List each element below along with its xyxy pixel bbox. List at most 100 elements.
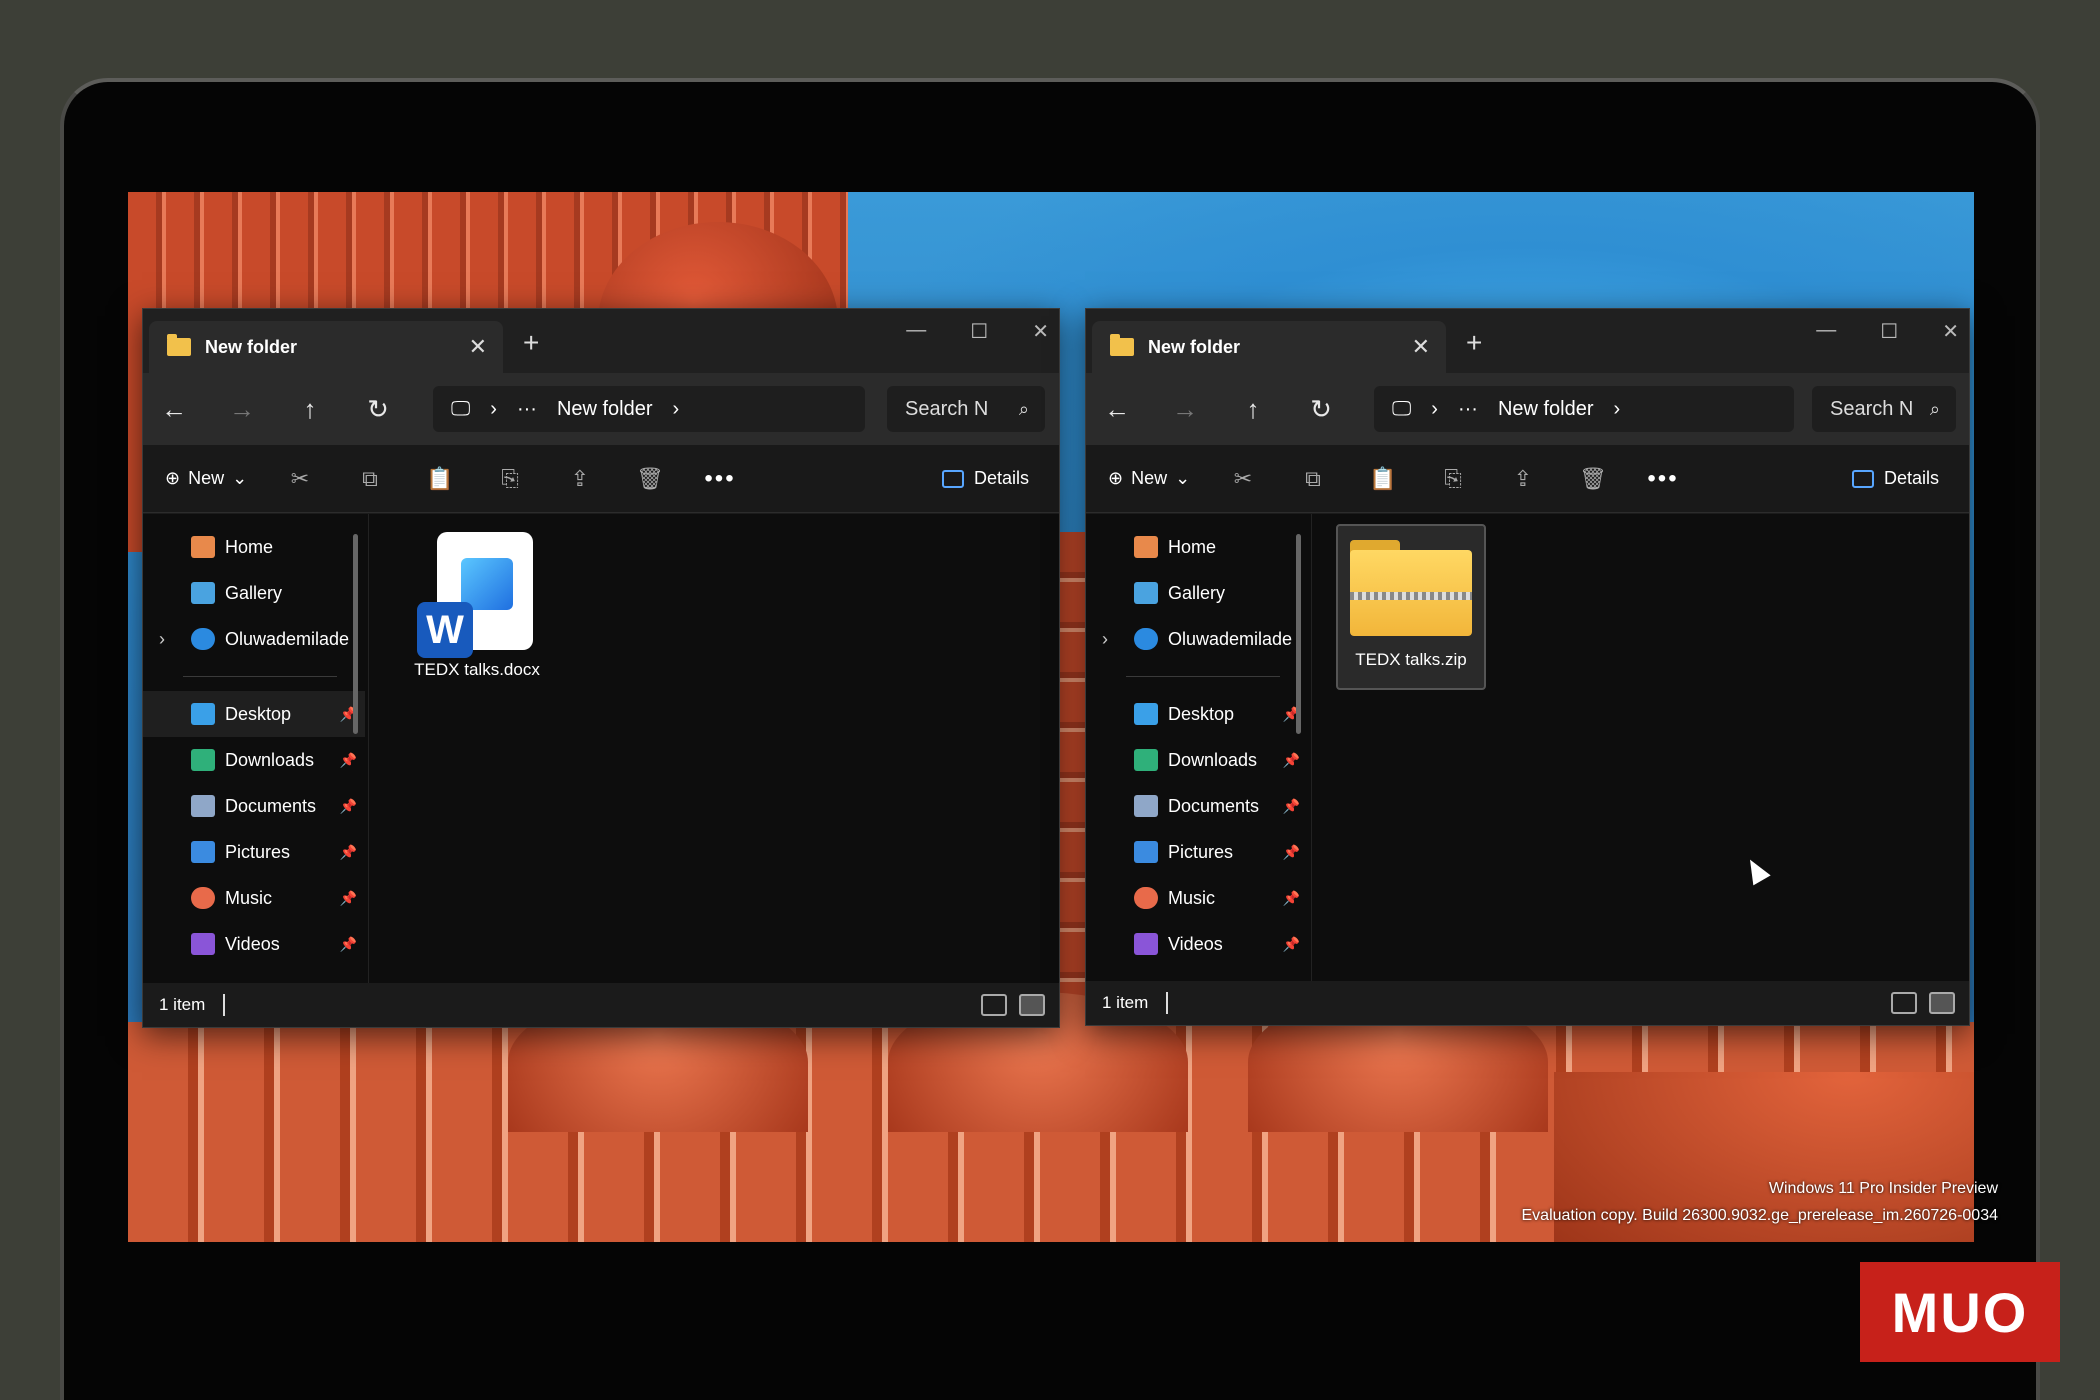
file-explorer-window-left[interactable]: New folder ✕ + — ☐ ✕ ← → ↑ ↻ 🖵 › ··· New… [142,308,1060,1028]
pin-icon[interactable]: 📌 [340,890,357,907]
title-bar[interactable]: New folder ✕ + — ☐ ✕ [1086,309,1969,373]
sidebar-item-onedrive[interactable]: › Oluwademilade [1086,616,1308,662]
chevron-right-icon[interactable]: › [159,629,165,650]
pin-icon[interactable]: 📌 [340,844,357,861]
new-button[interactable]: ⊕ New ⌄ [165,468,265,489]
delete-icon[interactable]: 🗑 [615,466,685,492]
share-icon[interactable]: ⇪ [545,466,615,492]
search-input[interactable]: Search N ⌕ [887,386,1045,432]
sidebar-label: Gallery [1168,582,1226,603]
tab-new-folder[interactable]: New folder ✕ [1092,321,1446,373]
sidebar-item-downloads[interactable]: Downloads 📌 [1086,737,1308,783]
paste-icon[interactable]: 📋 [405,466,475,492]
sidebar-item-videos[interactable]: Videos 📌 [143,921,365,967]
insider-watermark-line1: Windows 11 Pro Insider Preview [1768,1180,1998,1197]
sidebar-item-pictures[interactable]: Pictures 📌 [143,829,365,875]
sidebar-item-gallery[interactable]: Gallery [143,570,365,616]
pin-icon[interactable]: 📌 [340,752,357,769]
sidebar-item-downloads[interactable]: Downloads 📌 [143,737,365,783]
sidebar-item-documents[interactable]: Documents 📌 [143,783,365,829]
sidebar-item-music[interactable]: Music 📌 [1086,875,1308,921]
close-window-button[interactable]: ✕ [1032,319,1049,344]
sidebar-item-videos[interactable]: Videos 📌 [1086,921,1308,967]
breadcrumb-current[interactable]: New folder [1498,398,1594,421]
chevron-right-icon: › [1613,397,1621,420]
rename-icon[interactable]: ⎘ [1418,466,1488,492]
command-bar: ⊕ New ⌄ ✂ ⧉ 📋 ⎘ ⇪ 🗑 ••• Details [1086,445,1969,513]
maximize-button[interactable]: ☐ [1880,319,1898,344]
sidebar-item-home[interactable]: Home [143,524,365,570]
delete-icon[interactable]: 🗑 [1558,466,1628,492]
pin-icon[interactable]: 📌 [1283,752,1300,769]
up-button[interactable]: ↑ [1238,394,1268,425]
sidebar-item-desktop[interactable]: Desktop 📌 [1086,691,1308,737]
file-explorer-window-right[interactable]: New folder ✕ + — ☐ ✕ ← → ↑ ↻ 🖵 › ··· New… [1085,308,1970,1026]
file-item[interactable]: W TEDX talks.docx [397,532,557,680]
cut-icon[interactable]: ✂ [265,466,335,492]
sidebar-item-gallery[interactable]: Gallery [1086,570,1308,616]
more-options-icon[interactable]: ••• [1628,465,1698,493]
rename-icon[interactable]: ⎘ [475,466,545,492]
sidebar-item-pictures[interactable]: Pictures 📌 [1086,829,1308,875]
minimize-button[interactable]: — [906,319,926,344]
pin-icon[interactable]: 📌 [340,798,357,815]
forward-button[interactable]: → [227,394,257,425]
copy-icon[interactable]: ⧉ [335,466,405,492]
new-tab-button[interactable]: + [523,327,539,359]
close-window-button[interactable]: ✕ [1942,319,1959,344]
sidebar-item-music[interactable]: Music 📌 [143,875,365,921]
up-button[interactable]: ↑ [295,394,325,425]
title-bar[interactable]: New folder ✕ + — ☐ ✕ [143,309,1059,373]
tiles-view-button[interactable] [1929,992,1955,1014]
computer-icon: 🖵 [451,397,471,420]
pin-icon[interactable]: 📌 [1283,890,1300,907]
sidebar-item-desktop[interactable]: Desktop 📌 [143,691,365,737]
share-icon[interactable]: ⇪ [1488,466,1558,492]
sidebar-item-onedrive[interactable]: › Oluwademilade [143,616,365,662]
pin-icon[interactable]: 📌 [1283,936,1300,953]
new-label: New [1131,468,1168,488]
address-bar[interactable]: 🖵 › ··· New folder › [433,386,865,432]
tab-close-icon[interactable]: ✕ [469,334,487,360]
minimize-button[interactable]: — [1816,319,1836,344]
pin-icon[interactable]: 📌 [1283,798,1300,815]
paste-icon[interactable]: 📋 [1348,466,1418,492]
sidebar-item-home[interactable]: Home [1086,524,1308,570]
breadcrumb-current[interactable]: New folder [557,398,653,421]
tiles-view-button[interactable] [1019,994,1045,1016]
downloads-icon [191,749,215,771]
back-button[interactable]: ← [1102,394,1132,425]
maximize-button[interactable]: ☐ [970,319,988,344]
sidebar-scrollbar[interactable] [353,534,358,734]
more-breadcrumbs-icon[interactable]: ··· [1458,398,1478,421]
sidebar-scrollbar[interactable] [1296,534,1301,734]
more-options-icon[interactable]: ••• [685,465,755,493]
new-tab-button[interactable]: + [1466,327,1482,359]
pin-icon[interactable]: 📌 [340,936,357,953]
tab-new-folder[interactable]: New folder ✕ [149,321,503,373]
copy-icon[interactable]: ⧉ [1278,466,1348,492]
details-button[interactable]: Details [1851,468,1939,489]
search-input[interactable]: Search N ⌕ [1812,386,1956,432]
details-view-button[interactable] [981,994,1007,1016]
more-breadcrumbs-icon[interactable]: ··· [517,398,537,421]
new-button[interactable]: ⊕ New ⌄ [1108,468,1208,489]
sidebar-item-documents[interactable]: Documents 📌 [1086,783,1308,829]
back-button[interactable]: ← [159,394,189,425]
refresh-button[interactable]: ↻ [363,394,393,425]
details-pane-icon [1851,469,1874,488]
refresh-button[interactable]: ↻ [1306,394,1336,425]
chevron-right-icon[interactable]: › [1102,629,1108,650]
search-placeholder: Search N [1830,397,1914,420]
address-bar[interactable]: 🖵 › ··· New folder › [1374,386,1794,432]
cut-icon[interactable]: ✂ [1208,466,1278,492]
file-item-selected[interactable]: TEDX talks.zip [1336,524,1486,690]
details-button[interactable]: Details [941,468,1029,489]
pane-divider[interactable] [368,514,369,983]
pane-divider[interactable] [1311,514,1312,981]
forward-button[interactable]: → [1170,394,1200,425]
pin-icon[interactable]: 📌 [1283,844,1300,861]
computer-icon: 🖵 [1392,397,1412,420]
tab-close-icon[interactable]: ✕ [1412,334,1430,360]
details-view-button[interactable] [1891,992,1917,1014]
